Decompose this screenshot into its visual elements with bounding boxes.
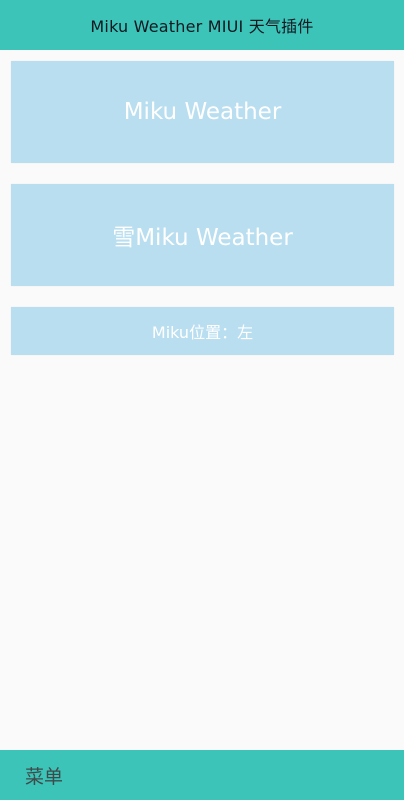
snow-miku-weather-card[interactable]: 雪Miku Weather [11,184,394,286]
miku-position-button[interactable]: Miku位置：左 [11,307,394,355]
miku-weather-card-label: Miku Weather [123,99,282,125]
snow-miku-weather-card-label: 雪Miku Weather [112,225,293,251]
page-title: Miku Weather MIUI 天气插件 [90,17,314,36]
card-list: Miku Weather 雪Miku Weather Miku位置：左 [11,61,394,355]
miku-position-label: Miku位置：左 [151,323,254,342]
miku-weather-card[interactable]: Miku Weather [11,61,394,163]
app-bar: Miku Weather MIUI 天气插件 [0,0,404,50]
menu-button[interactable]: 菜单 [25,758,63,793]
bottom-bar: 菜单 [0,750,404,800]
